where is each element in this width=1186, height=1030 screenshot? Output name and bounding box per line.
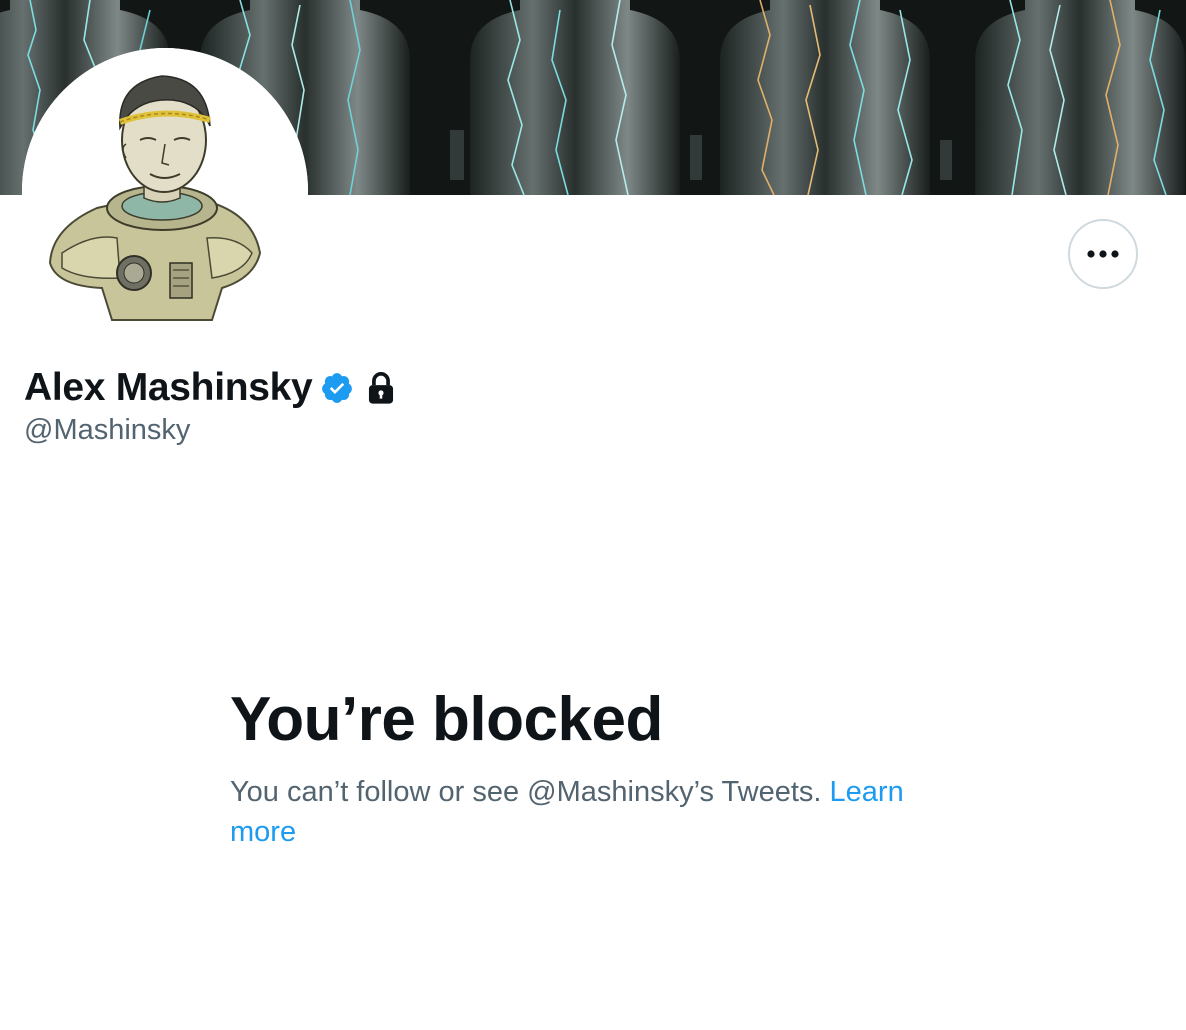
verified-badge-icon[interactable]: [320, 371, 354, 405]
profile-display-name: Alex Mashinsky: [24, 366, 313, 409]
lock-icon: [366, 371, 396, 405]
more-dots-icon: [1087, 250, 1119, 258]
avatar-image: [22, 48, 308, 334]
profile-avatar[interactable]: [22, 48, 308, 334]
profile-handle: @Mashinsky: [24, 414, 191, 446]
profile-name-row: Alex Mashinsky: [24, 364, 396, 412]
more-options-button[interactable]: [1068, 219, 1138, 289]
blocked-title: You’re blocked: [230, 685, 663, 754]
blocked-notice: You’re blocked You can’t follow or see @…: [230, 684, 970, 852]
blocked-message-text: You can’t follow or see @Mashinsky’s Twe…: [230, 776, 830, 808]
profile-page: Alex Mashinsky @Mashinsky You’re blocked…: [0, 0, 1186, 1030]
blocked-message: You can’t follow or see @Mashinsky’s Twe…: [230, 772, 950, 852]
